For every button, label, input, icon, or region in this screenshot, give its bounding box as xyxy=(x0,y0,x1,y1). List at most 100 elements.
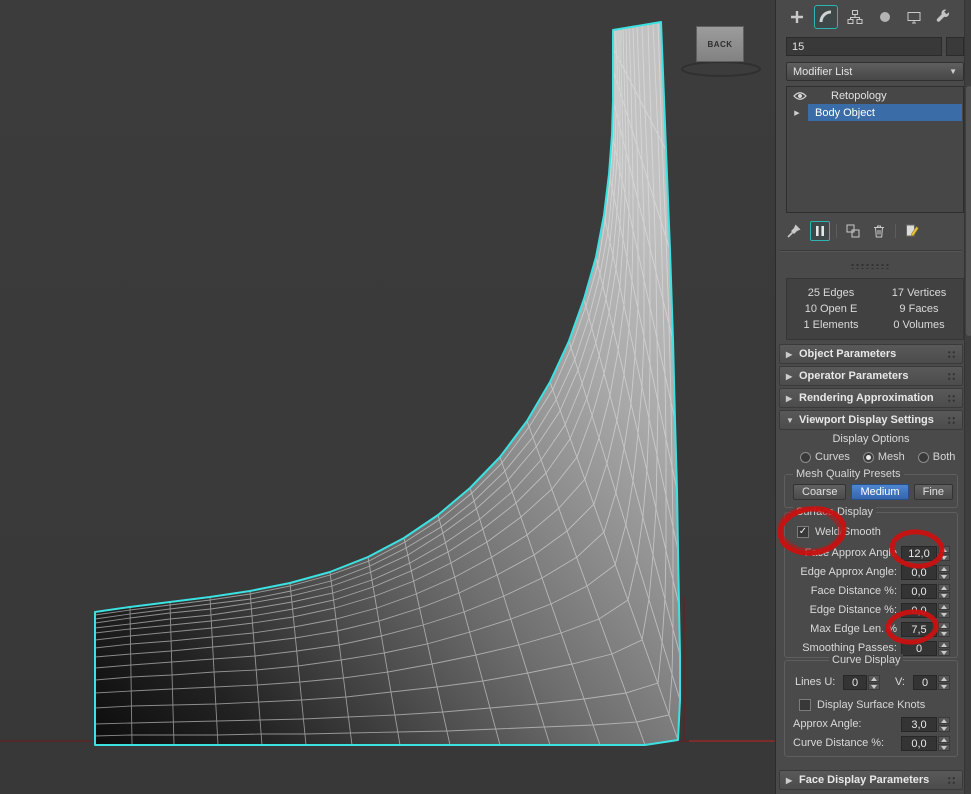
modifier-stack-toolbar xyxy=(784,218,964,244)
weld-smooth-checkbox[interactable]: ✓ Weld/Smooth xyxy=(797,526,881,538)
spinner-arrows[interactable] xyxy=(938,622,950,637)
edge-distance-field[interactable]: 0,0 xyxy=(901,603,937,618)
pin-stack-icon[interactable] xyxy=(784,221,804,241)
spinner-up-icon[interactable] xyxy=(938,603,950,610)
spinner-up-icon[interactable] xyxy=(868,675,880,682)
viewport-3d[interactable]: BACK xyxy=(0,0,775,794)
checkbox-unchecked-icon[interactable] xyxy=(799,699,811,711)
rollout-grip-icon xyxy=(947,394,956,403)
tab-display[interactable] xyxy=(902,5,926,29)
spinner-arrows[interactable] xyxy=(938,603,950,618)
spinner-down-icon[interactable] xyxy=(938,630,950,637)
spinner-arrows[interactable] xyxy=(938,717,950,732)
mesh-quality-presets-group: Mesh Quality Presets Coarse Medium Fine xyxy=(784,474,958,508)
tab-modify[interactable] xyxy=(814,5,838,29)
coarse-button[interactable]: Coarse xyxy=(793,484,846,500)
spinner-up-icon[interactable] xyxy=(938,584,950,591)
fine-button[interactable]: Fine xyxy=(914,484,953,500)
spinner-arrows[interactable] xyxy=(938,641,950,656)
spinner-arrows[interactable] xyxy=(938,565,950,580)
spinner-down-icon[interactable] xyxy=(938,744,950,751)
spinner-up-icon[interactable] xyxy=(938,622,950,629)
remove-modifier-icon[interactable] xyxy=(869,221,889,241)
spinner-down-icon[interactable] xyxy=(938,611,950,618)
retopology-mesh-canvas[interactable] xyxy=(0,0,775,794)
checkbox-checked-icon[interactable]: ✓ xyxy=(797,526,809,538)
object-color-swatch[interactable] xyxy=(946,37,964,56)
tab-hierarchy[interactable] xyxy=(843,5,867,29)
radio-circle-icon[interactable] xyxy=(918,452,929,463)
viewcube[interactable]: BACK xyxy=(678,24,764,82)
rollout-operator-parameters[interactable]: ▶ Operator Parameters xyxy=(779,366,963,386)
group-legend: Mesh Quality Presets xyxy=(793,468,904,480)
spinner-down-icon[interactable] xyxy=(938,649,950,656)
spinner-arrows[interactable] xyxy=(868,675,880,690)
tab-create[interactable] xyxy=(785,5,809,29)
lines-uv-row: Lines U: 0 V: 0 xyxy=(785,675,957,691)
face-distance-field[interactable]: 0,0 xyxy=(901,584,937,599)
panel-scrollbar[interactable] xyxy=(964,0,971,794)
medium-button[interactable]: Medium xyxy=(851,484,908,500)
display-surface-knots-checkbox[interactable]: Display Surface Knots xyxy=(799,699,925,711)
rollout-object-parameters[interactable]: ▶ Object Parameters xyxy=(779,344,963,364)
scrollbar-thumb[interactable] xyxy=(966,86,971,336)
radio-mesh[interactable]: Mesh xyxy=(863,451,905,463)
rollout-title: Viewport Display Settings xyxy=(799,414,934,426)
rollout-viewport-display-settings[interactable]: ▼ Viewport Display Settings xyxy=(779,410,963,430)
radio-circle-icon[interactable] xyxy=(863,452,874,463)
spinner-down-icon[interactable] xyxy=(938,573,950,580)
panel-divider xyxy=(780,250,962,252)
tab-utilities[interactable] xyxy=(931,5,955,29)
face-approx-angle-field[interactable]: 12,0 xyxy=(901,546,937,561)
spinner-arrows[interactable] xyxy=(938,584,950,599)
spinner-up-icon[interactable] xyxy=(938,565,950,572)
spinner-up-icon[interactable] xyxy=(938,641,950,648)
spinner-down-icon[interactable] xyxy=(938,554,950,561)
spinner-up-icon[interactable] xyxy=(938,717,950,724)
spinner-up-icon[interactable] xyxy=(938,736,950,743)
spinner-up-icon[interactable] xyxy=(938,546,950,553)
lines-v-field[interactable]: 0 xyxy=(913,675,937,690)
show-end-result-icon[interactable] xyxy=(810,221,830,241)
expander-arrow-icon[interactable]: ▶ xyxy=(787,109,807,117)
toolbar-separator xyxy=(836,224,837,238)
max-edge-len-field[interactable]: 7,5 xyxy=(901,622,937,637)
modifier-stack-item-body-object[interactable]: ▶ Body Object xyxy=(787,104,963,121)
lines-u-field[interactable]: 0 xyxy=(843,675,867,690)
spinner-arrows[interactable] xyxy=(938,736,950,751)
modifier-stack-list[interactable]: Retopology ▶ Body Object xyxy=(786,86,964,213)
rollout-grip-icon xyxy=(947,350,956,359)
max-edge-len-row: Max Edge Len. % 7,5 xyxy=(785,622,957,638)
toolbar-separator xyxy=(895,224,896,238)
modifier-stack-item-label-selected[interactable]: Body Object xyxy=(808,104,962,121)
spinner-down-icon[interactable] xyxy=(938,592,950,599)
stat-faces: 9 Faces xyxy=(875,303,963,315)
rollout-face-display-parameters[interactable]: ▶ Face Display Parameters xyxy=(779,770,963,790)
spinner-up-icon[interactable] xyxy=(938,675,950,682)
spinner-label: Smoothing Passes: xyxy=(785,642,897,654)
spinner-arrows[interactable] xyxy=(938,546,950,561)
approx-angle-field[interactable]: 3,0 xyxy=(901,717,937,732)
spinner-down-icon[interactable] xyxy=(938,683,950,690)
visibility-eye-icon[interactable] xyxy=(787,91,813,101)
spinner-down-icon[interactable] xyxy=(868,683,880,690)
spinner-label: Face Approx Angle xyxy=(785,547,897,559)
modifier-list-dropdown[interactable]: Modifier List ▼ xyxy=(786,62,964,81)
spinner-down-icon[interactable] xyxy=(938,725,950,732)
object-name-field[interactable] xyxy=(786,37,942,56)
radio-circle-icon[interactable] xyxy=(800,452,811,463)
curve-distance-field[interactable]: 0,0 xyxy=(901,736,937,751)
smoothing-passes-field[interactable]: 0 xyxy=(901,641,937,656)
viewcube-face-back[interactable]: BACK xyxy=(696,26,744,62)
panel-resize-grip[interactable] xyxy=(850,263,890,269)
make-unique-icon[interactable] xyxy=(843,221,863,241)
tab-motion[interactable] xyxy=(873,5,897,29)
radio-both[interactable]: Both xyxy=(918,451,956,463)
configure-modifier-sets-icon[interactable] xyxy=(902,221,922,241)
spinner-label: Curve Distance %: xyxy=(793,737,884,749)
modifier-stack-item-retopology[interactable]: Retopology xyxy=(787,87,963,104)
edge-approx-angle-field[interactable]: 0,0 xyxy=(901,565,937,580)
radio-curves[interactable]: Curves xyxy=(800,451,850,463)
spinner-arrows[interactable] xyxy=(938,675,950,690)
rollout-rendering-approximation[interactable]: ▶ Rendering Approximation xyxy=(779,388,963,408)
